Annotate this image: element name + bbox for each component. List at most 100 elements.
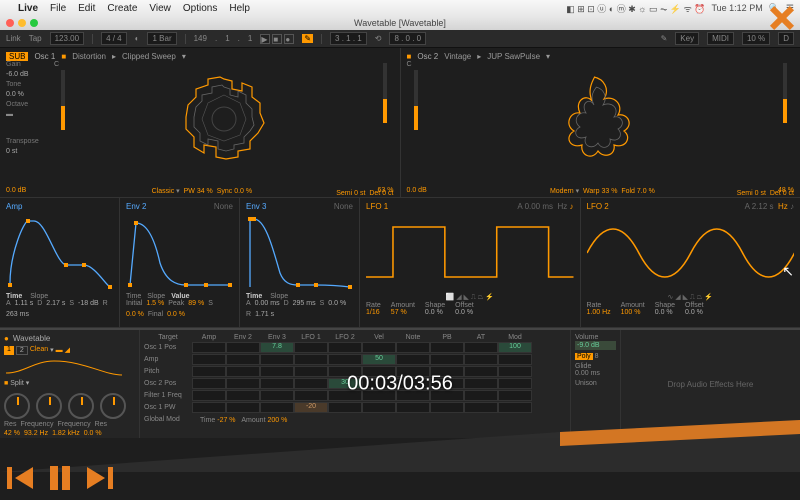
res1-value[interactable]: 42 % xyxy=(4,430,20,437)
poly-button[interactable]: Poly xyxy=(575,353,593,360)
res2-value[interactable]: 0.0 % xyxy=(84,430,102,437)
env3-decay[interactable]: 295 ms xyxy=(293,300,316,307)
app-name[interactable]: Live xyxy=(18,3,38,14)
osc1-semi[interactable]: 0 st xyxy=(354,190,365,197)
lfo1-hz[interactable]: Hz xyxy=(557,202,567,211)
loop-start[interactable]: 3 . 1 . 1 xyxy=(330,32,367,45)
menu-help[interactable]: Help xyxy=(229,3,250,14)
amp-release[interactable]: 263 ms xyxy=(6,311,29,318)
overlay-close-button[interactable] xyxy=(764,0,800,36)
lfo2-attack[interactable]: 2.12 s xyxy=(752,202,774,211)
osc1-preset[interactable]: Clipped Sweep xyxy=(122,52,176,61)
env3-release[interactable]: 1.71 s xyxy=(255,311,274,318)
midi-button[interactable]: MIDI xyxy=(707,32,734,45)
env3-sustain[interactable]: 0.0 % xyxy=(328,300,346,307)
osc2-preset[interactable]: JUP SawPulse xyxy=(487,52,540,61)
menu-options[interactable]: Options xyxy=(183,3,217,14)
stop-button[interactable]: ■ xyxy=(272,34,282,44)
key-button[interactable]: Key xyxy=(675,32,699,45)
env2-graph[interactable] xyxy=(126,213,233,291)
env2-final[interactable]: 0.0 % xyxy=(167,311,185,318)
loop-length[interactable]: 8 . 0 . 0 xyxy=(389,32,426,45)
filter-type[interactable]: Clean xyxy=(30,346,48,355)
lfo2-shape[interactable]: 0.0 % xyxy=(655,309,673,316)
lfo1-offset[interactable]: 0.0 % xyxy=(455,309,473,316)
record-button[interactable]: ● xyxy=(284,34,294,44)
lfo1-amount[interactable]: 57 % xyxy=(391,309,407,316)
osc2-warp[interactable]: 33 % xyxy=(601,188,617,195)
osc1-pw[interactable]: 34 % xyxy=(197,188,213,195)
position-beat[interactable]: 1 xyxy=(225,34,229,43)
osc2-wavetable-display[interactable] xyxy=(431,61,771,176)
global-time[interactable]: -27 % xyxy=(217,417,235,424)
env2-target[interactable]: None xyxy=(214,202,233,211)
lfo1-shape[interactable]: 0.0 % xyxy=(425,309,443,316)
env2-sustain[interactable]: 0.0 % xyxy=(126,311,144,318)
tone-value[interactable]: 0.0 % xyxy=(6,91,48,98)
env2-peak[interactable]: 89 % xyxy=(188,300,204,307)
menubar-clock[interactable]: Tue 1:12 PM xyxy=(712,3,763,13)
freq1-value[interactable]: 93.2 Hz xyxy=(24,430,48,437)
osc1-level-slider[interactable] xyxy=(383,63,387,123)
osc1-position-slider[interactable] xyxy=(61,70,65,130)
player-pause-button[interactable] xyxy=(40,458,80,498)
osc2-fold[interactable]: 7.0 % xyxy=(637,188,655,195)
link-button[interactable]: Link xyxy=(6,34,21,43)
amp-decay[interactable]: 2.17 s xyxy=(46,300,65,307)
transpose-value[interactable]: 0 st xyxy=(6,148,48,155)
minimize-window-button[interactable] xyxy=(18,19,26,27)
tap-button[interactable]: Tap xyxy=(29,34,42,43)
menu-file[interactable]: File xyxy=(50,3,66,14)
overdub-button[interactable]: ✎ xyxy=(302,34,313,43)
position-sixteenth[interactable]: 1 xyxy=(248,34,252,43)
routing[interactable]: Split xyxy=(10,380,24,387)
osc2-left-db[interactable]: 0.0 dB xyxy=(407,187,427,194)
osc1-mode[interactable]: Classic xyxy=(152,188,175,195)
osc1-left-db[interactable]: 0.0 dB xyxy=(6,187,26,194)
lfo2-graph[interactable] xyxy=(587,213,795,291)
amp-envelope-graph[interactable] xyxy=(6,213,113,291)
osc2-semi[interactable]: 0 st xyxy=(755,190,766,197)
res1-knob[interactable] xyxy=(4,393,30,419)
metronome-button[interactable]: ◐ xyxy=(135,34,140,43)
env3-graph[interactable] xyxy=(246,213,353,291)
sub-toggle[interactable]: SUB xyxy=(6,52,28,61)
osc-tab-2[interactable]: 2 xyxy=(16,346,28,355)
osc1-wavetable-display[interactable] xyxy=(78,61,370,176)
env3-target[interactable]: None xyxy=(334,202,353,211)
osc2-mode[interactable]: Modern xyxy=(550,188,574,195)
env3-attack[interactable]: 0.00 ms xyxy=(255,300,280,307)
lfo1-rate[interactable]: 1/16 xyxy=(366,309,380,316)
quantize-menu[interactable]: 1 Bar xyxy=(147,32,176,45)
freq2-value[interactable]: 1.82 kHz xyxy=(52,430,80,437)
osc2-category[interactable]: Vintage xyxy=(444,52,471,61)
lfo2-offset[interactable]: 0.0 % xyxy=(685,309,703,316)
lfo2-hz[interactable]: Hz xyxy=(778,202,788,211)
amp-attack[interactable]: 1.11 s xyxy=(15,300,34,307)
res2-knob[interactable] xyxy=(100,393,126,419)
glide-value[interactable]: 0.00 ms xyxy=(575,370,616,377)
poly-voices[interactable]: 8 xyxy=(595,353,599,360)
osc1-det[interactable]: 0 ct xyxy=(382,190,393,197)
player-next-button[interactable] xyxy=(80,458,120,498)
osc2-det[interactable]: 0 ct xyxy=(783,190,794,197)
filter-display[interactable] xyxy=(4,355,124,379)
octave-switch[interactable]: ▬ xyxy=(6,111,48,118)
gain-value[interactable]: -6.0 dB xyxy=(6,71,48,78)
close-window-button[interactable] xyxy=(6,19,14,27)
freq2-knob[interactable] xyxy=(68,393,94,419)
osc2-position-slider[interactable] xyxy=(414,70,418,130)
player-prev-button[interactable] xyxy=(0,458,40,498)
audio-effects-drop[interactable]: Drop Audio Effects Here xyxy=(620,330,800,438)
osc1-sync[interactable]: 0.0 % xyxy=(234,188,252,195)
loop-button[interactable]: ⟲ xyxy=(375,34,382,43)
global-amount[interactable]: 200 % xyxy=(267,417,287,424)
matrix-cell[interactable]: 7.8 xyxy=(260,342,294,353)
lfo2-sync[interactable]: ♪ xyxy=(790,202,794,211)
menu-edit[interactable]: Edit xyxy=(78,3,95,14)
amp-sustain[interactable]: -18 dB xyxy=(78,300,99,307)
position-bar[interactable]: 149 xyxy=(194,34,207,43)
tempo-field[interactable]: 123.00 xyxy=(50,32,84,45)
osc2-level-slider[interactable] xyxy=(783,63,787,123)
freq1-knob[interactable] xyxy=(36,393,62,419)
